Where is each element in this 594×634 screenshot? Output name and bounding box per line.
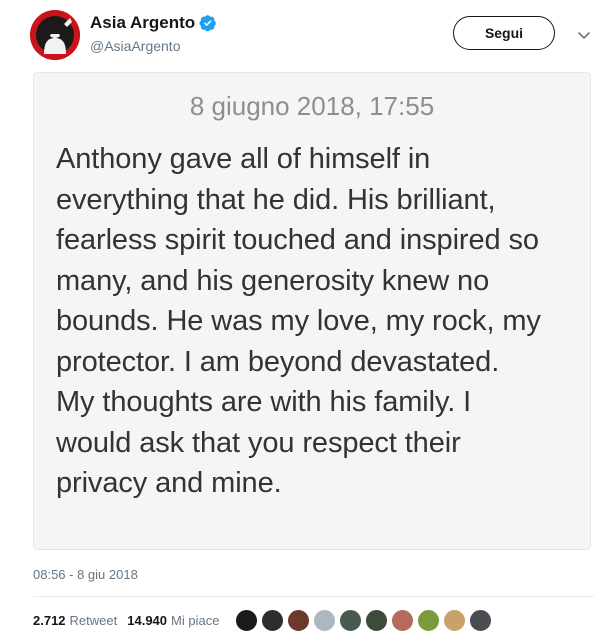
like-label: Mi piace bbox=[171, 612, 220, 628]
note-line: My thoughts are with his family. I bbox=[56, 386, 472, 418]
retweet-count: 2.712 bbox=[33, 612, 66, 628]
note-line: Anthony gave all of himself in bbox=[56, 143, 431, 175]
user-handle[interactable]: @AsiaArgento bbox=[90, 38, 180, 54]
liker-avatar[interactable] bbox=[417, 608, 441, 632]
avatar-portrait-icon bbox=[30, 10, 80, 60]
liker-avatar[interactable] bbox=[365, 608, 389, 632]
note-line: many, and his generosity knew no bbox=[56, 264, 490, 297]
user-name[interactable]: Asia Argento bbox=[90, 13, 217, 33]
note-date: 8 giugno 2018, 17:55 bbox=[189, 91, 435, 121]
note-line: privacy and mine. bbox=[56, 467, 282, 499]
liker-avatar[interactable] bbox=[235, 608, 259, 632]
avatar[interactable] bbox=[30, 10, 80, 60]
liker-avatar[interactable] bbox=[287, 608, 311, 632]
tweet-header: Asia Argento @AsiaArgento Segui bbox=[30, 10, 594, 66]
like-count: 14.940 bbox=[127, 612, 168, 628]
verified-badge-icon bbox=[199, 15, 217, 32]
user-name-text[interactable]: Asia Argento bbox=[90, 13, 195, 33]
note-line: everything that he did. His brilliant, bbox=[56, 183, 496, 216]
notes-screenshot-image[interactable]: 8 giugno 2018, 17:55 Anthony gave all of… bbox=[33, 72, 591, 550]
retweet-stat[interactable]: 2.712 Retweet bbox=[33, 613, 127, 628]
note-text: Anthony gave all of himself in everythin… bbox=[56, 139, 576, 504]
divider bbox=[33, 596, 594, 597]
note-line: bounds. He was my love, my rock, my bbox=[56, 305, 541, 337]
liker-avatar[interactable] bbox=[469, 608, 493, 632]
liker-avatar[interactable] bbox=[391, 608, 415, 632]
liker-avatar[interactable] bbox=[261, 608, 285, 632]
liker-avatars bbox=[235, 608, 495, 632]
liker-avatar[interactable] bbox=[443, 608, 467, 632]
tweet-timestamp[interactable]: 08:56 - 8 giu 2018 bbox=[33, 567, 138, 582]
like-stat[interactable]: 14.940 Mi piace bbox=[127, 613, 229, 628]
retweet-label: Retweet bbox=[69, 612, 118, 628]
follow-button[interactable]: Segui bbox=[453, 16, 555, 50]
liker-avatar[interactable] bbox=[339, 608, 363, 632]
note-line: protector. I am beyond devastated. bbox=[56, 345, 500, 378]
chevron-down-icon[interactable] bbox=[576, 27, 592, 43]
note-line: would ask that you respect their bbox=[56, 426, 461, 459]
liker-avatar[interactable] bbox=[313, 608, 337, 632]
tweet-stats: 2.712 Retweet 14.940 Mi piace bbox=[33, 606, 495, 634]
note-line: fearless spirit touched and inspired so bbox=[56, 224, 539, 256]
